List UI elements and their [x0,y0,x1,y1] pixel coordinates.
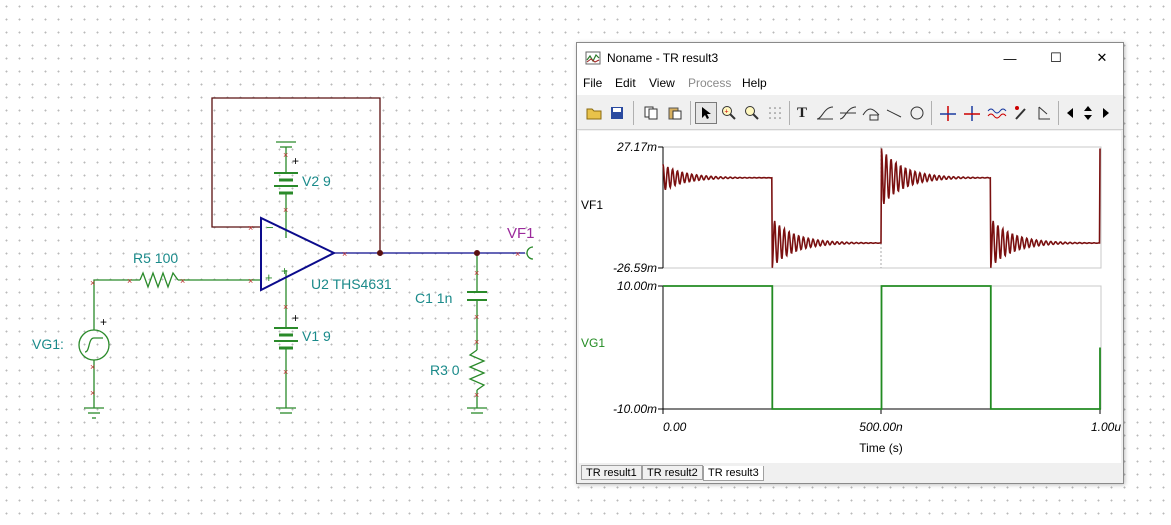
step-wave-icon [84,337,103,353]
v2-plus: + [292,154,299,168]
r5-label: R5 100 [133,250,178,266]
svg-text:×: × [127,276,132,286]
vf1-label: VF1 [507,225,535,242]
vg1-ymin-label: -10.00m [613,402,657,416]
vg1-source[interactable] [78,329,110,361]
x-tick-1: 500.00n [859,420,903,434]
svg-text:×: × [90,388,95,398]
menu-help[interactable]: Help [742,76,767,90]
svg-text:×: × [515,249,520,259]
curve-c-icon[interactable] [860,102,882,124]
svg-text:×: × [342,249,347,259]
wave-icon[interactable] [986,102,1008,124]
zoom-in-icon[interactable]: + [718,102,740,124]
vg1-label: VG1: [32,336,64,352]
tab-tr-result1[interactable]: TR result1 [581,465,642,480]
text-icon[interactable]: T [791,102,813,124]
vg1-ymax-label: 10.00m [617,279,657,293]
svg-text:×: × [474,337,479,347]
svg-text:×: × [90,278,95,288]
feedback-wire[interactable] [211,97,381,253]
svg-text:×: × [90,362,95,372]
x-axis-label: Time (s) [859,441,903,455]
svg-text:×: × [474,268,479,278]
cursor-a-icon[interactable] [937,102,959,124]
curve-b-icon[interactable] [837,102,859,124]
scroll-right-icon[interactable] [1099,102,1113,124]
opamp-supply-plus: + [281,264,288,278]
minimize-button[interactable]: — [987,43,1033,73]
svg-text:×: × [283,302,288,312]
vf1-probe-icon[interactable] [526,246,534,260]
svg-text:×: × [180,276,185,286]
maximize-button[interactable]: ☐ [1033,43,1079,73]
title-bar[interactable]: Noname - TR result3 — ☐ ✕ [577,43,1123,73]
menu-view[interactable]: View [649,76,675,90]
tr-result-window[interactable]: Noname - TR result3 — ☐ ✕ File Edit View… [576,42,1124,484]
vg1-plus: + [100,315,107,329]
svg-text:×: × [474,312,479,322]
paste-icon[interactable] [664,102,686,124]
result-tabs: TR result1 TR result2 TR result3 [579,464,1121,482]
grid-icon[interactable] [764,102,786,124]
r3-label: R3 0 [430,362,460,378]
x-tick-0: 0.00 [663,420,687,434]
line-icon[interactable] [883,102,905,124]
copy-icon[interactable] [640,102,662,124]
plot-area[interactable]: 27.17m -26.59m VF1 10.00m -10.00m VG1 0.… [579,131,1121,463]
x-tick-2: 1.00u [1091,420,1121,434]
v1-label: V1 9 [302,328,331,344]
tab-tr-result2[interactable]: TR result2 [642,465,703,480]
svg-text:×: × [283,367,288,377]
pointer-icon[interactable] [695,102,717,124]
close-button[interactable]: ✕ [1079,43,1125,73]
junction-dot [377,250,383,256]
svg-text:×: × [248,276,253,286]
svg-text:×: × [283,205,288,215]
opamp-minus-sign: − [266,220,274,235]
v1-plus: + [292,311,299,325]
angle-icon[interactable] [1033,102,1055,124]
chart-app-icon [585,51,601,65]
scroll-left-icon[interactable] [1063,102,1077,124]
v2-label: V2 9 [302,173,331,189]
svg-text:+: + [725,109,729,116]
r5-resistor[interactable] [139,271,179,289]
menu-process[interactable]: Process [688,76,731,90]
circuit-schematic[interactable]: − + + × × × × × × × × × × × × × × × × × R5 100 VG1:… [0,0,575,525]
window-title: Noname - TR result3 [607,51,719,65]
vg1-axis-label: VG1 [581,336,605,350]
svg-text:×: × [248,223,253,233]
save-icon[interactable] [606,102,628,124]
vf1-axis-label: VF1 [581,198,603,212]
circle-icon[interactable] [906,102,928,124]
junction-dot [474,250,480,256]
probe-icon[interactable] [1010,102,1032,124]
svg-text:×: × [283,150,288,160]
opamp-plus-sign: + [265,270,273,285]
cursor-b-icon[interactable] [961,102,983,124]
tab-tr-result3[interactable]: TR result3 [703,466,764,481]
curve-a-icon[interactable] [814,102,836,124]
vf1-ymax-label: 27.17m [616,140,657,154]
u2-label: U2 THS4631 [311,276,392,292]
vf1-ymin-label: -26.59m [613,261,657,275]
svg-text:×: × [474,390,479,400]
menu-bar: File Edit View Process Help [577,73,1123,95]
menu-edit[interactable]: Edit [615,76,636,90]
menu-file[interactable]: File [583,76,602,90]
zoom-100-icon[interactable] [741,102,763,124]
toolbar: + T [577,97,1123,130]
open-icon[interactable] [583,102,605,124]
c1-label: C1 1n [415,290,452,306]
r3-resistor[interactable] [468,349,486,391]
scroll-updown-icon[interactable] [1079,102,1097,124]
